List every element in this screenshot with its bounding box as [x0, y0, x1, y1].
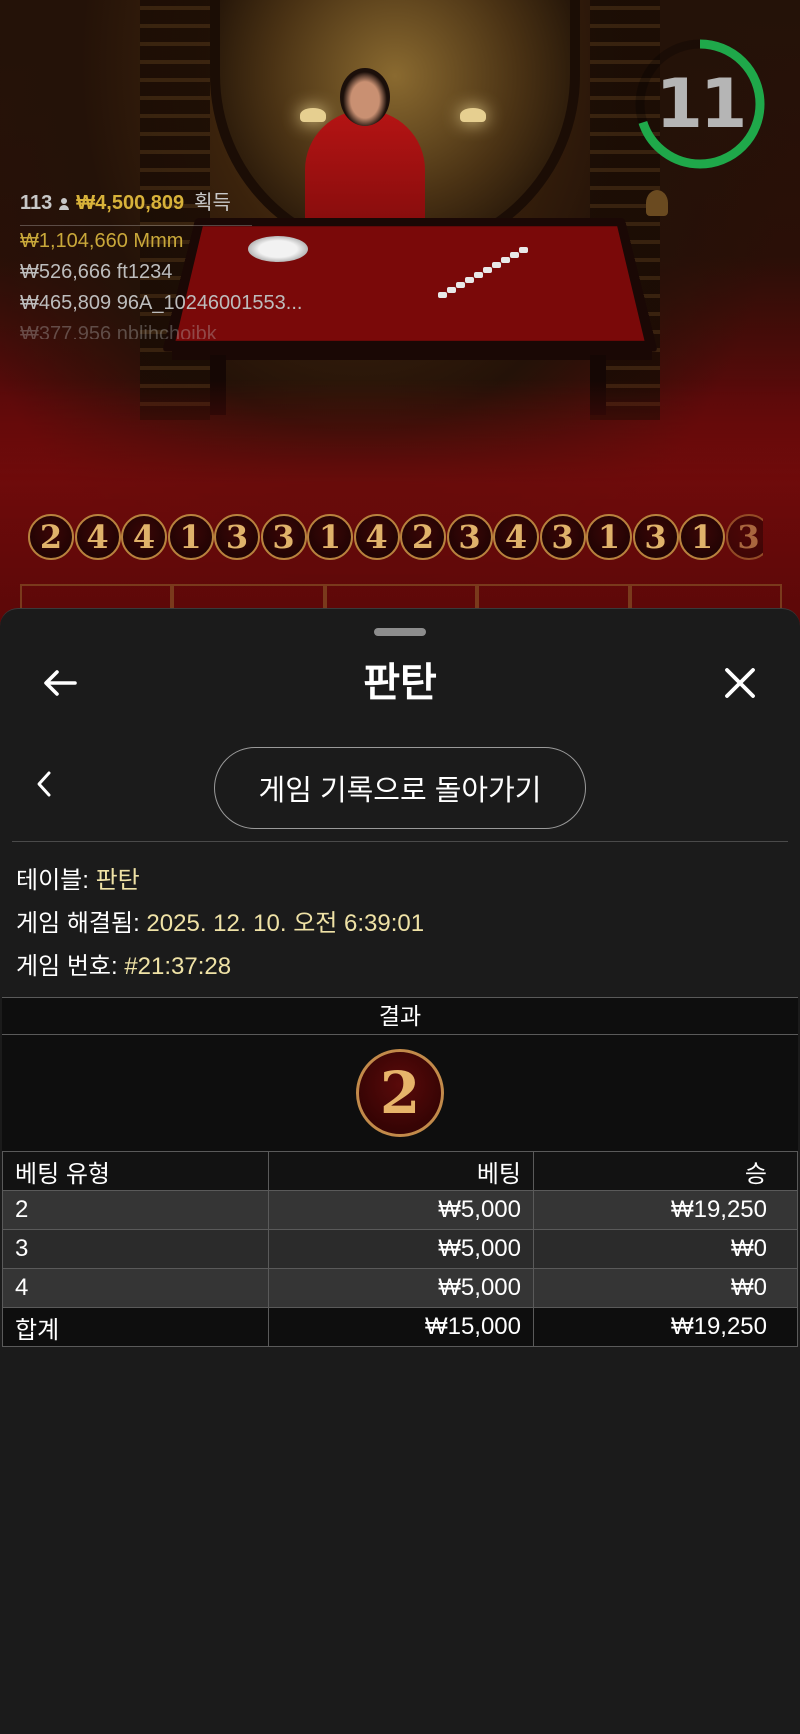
- game-detail-sheet: 판탄 게임 기록으로 돌아가기 테이블: 판탄 게임 해결됨: 2025. 12…: [0, 608, 800, 1734]
- bet-amount-header: 베팅: [268, 1151, 534, 1191]
- divider: [12, 841, 788, 842]
- winner-row: ₩377,956 nbljhchoibk: [20, 319, 302, 339]
- winner-name: Mmm: [133, 230, 184, 252]
- winner-name: nbljhchoibk: [116, 323, 217, 339]
- statue: [646, 190, 668, 216]
- lamp: [300, 108, 326, 122]
- bead-stone: [510, 252, 519, 258]
- sheet-title: 판탄: [363, 661, 437, 705]
- total-row: 합계 ₩15,000 ₩19,250: [2, 1307, 798, 1347]
- winner-row: ₩465,809 96A_10246001553...: [20, 288, 302, 319]
- bead-stone: [456, 282, 465, 288]
- roadmap-ball: 4: [74, 514, 121, 560]
- result-header: 결과: [2, 997, 798, 1035]
- roadmap-ball: 3: [260, 514, 307, 560]
- bead-stone: [447, 287, 456, 293]
- game-number-info: 게임 번호: #21:37:28: [16, 945, 424, 988]
- table-row: 3 ₩5,000 ₩0: [2, 1229, 798, 1269]
- total-win-cell: ₩19,250: [533, 1307, 798, 1347]
- person-icon: [58, 197, 70, 210]
- total-bet-cell: ₩15,000: [268, 1307, 534, 1347]
- bets-table: 베팅 유형 베팅 승 2 ₩5,000 ₩19,250 3 ₩5,000 ₩0 …: [2, 1151, 798, 1347]
- roadmap-ball: 2: [28, 514, 74, 560]
- back-to-history-button[interactable]: 게임 기록으로 돌아가기: [214, 747, 586, 829]
- bead-stone: [438, 292, 447, 298]
- bets-header-row: 베팅 유형 베팅 승: [2, 1151, 798, 1191]
- winners-count: 113: [20, 192, 53, 214]
- winner-row: ₩526,666 ft1234: [20, 257, 302, 288]
- bet-amount-cell: ₩5,000: [268, 1268, 534, 1308]
- winner-row: ₩1,104,660 Mmm: [20, 226, 302, 257]
- roadmap-ball: 1: [167, 514, 214, 560]
- bead-stone: [501, 257, 510, 263]
- winner-amount: ₩377,956: [20, 323, 112, 339]
- roadmap-ball: 1: [307, 514, 353, 560]
- game-info: 테이블: 판탄 게임 해결됨: 2025. 12. 10. 오전 6:39:01…: [16, 859, 424, 988]
- sheet-drag-handle[interactable]: [374, 628, 426, 636]
- win-amount-header: 승: [533, 1151, 798, 1191]
- roadmap-ball: 3: [725, 514, 763, 560]
- win-amount-cell: ₩0: [533, 1268, 798, 1308]
- roadmap-ball: 2: [400, 514, 446, 560]
- roadmap-ball: 1: [679, 514, 725, 560]
- table-row: 2 ₩5,000 ₩19,250: [2, 1190, 798, 1230]
- winner-name: ft1234: [116, 261, 173, 283]
- winners-top-amount: ₩4,500,809: [76, 192, 185, 214]
- bet-amount-cell: ₩5,000: [268, 1229, 534, 1269]
- table-label: 테이블:: [16, 867, 89, 894]
- roadmap-ball: 3: [632, 514, 679, 560]
- table-info: 테이블: 판탄: [16, 859, 424, 902]
- chevron-left-icon: [37, 771, 51, 797]
- bead-stone: [519, 247, 528, 253]
- bet-amount-cell: ₩5,000: [268, 1190, 534, 1230]
- result-panel: 2: [2, 1035, 798, 1151]
- timer-value: 11: [655, 64, 748, 144]
- roadmap-ball: 3: [446, 514, 493, 560]
- winners-suffix: 획득: [194, 192, 231, 214]
- winners-summary: 113 ₩4,500,809 획득: [20, 188, 252, 226]
- winner-amount: ₩465,809: [20, 292, 112, 314]
- win-amount-cell: ₩19,250: [533, 1190, 798, 1230]
- total-label-cell: 합계: [2, 1307, 269, 1347]
- resolved-value: 2025. 12. 10. 오전 6:39:01: [146, 910, 425, 937]
- bead-stone: [483, 267, 492, 273]
- resolved-label: 게임 해결됨:: [16, 910, 140, 937]
- bead-stone: [474, 272, 483, 278]
- roadmap-ball: 3: [539, 514, 586, 560]
- result-ball: 2: [356, 1049, 444, 1137]
- winner-name: 96A_10246001553...: [116, 292, 303, 314]
- previous-button[interactable]: [24, 759, 64, 809]
- roadmap-ball: 3: [214, 514, 260, 560]
- dealer-head: [340, 68, 390, 126]
- winners-list: 113 ₩4,500,809 획득 ₩1,104,660 Mmm ₩526,66…: [20, 188, 302, 339]
- countdown-timer: 11: [630, 34, 770, 174]
- bet-type-cell: 4: [2, 1268, 269, 1308]
- game-number-label: 게임 번호:: [16, 953, 118, 980]
- winner-amount: ₩1,104,660: [20, 230, 128, 252]
- table-value: 판탄: [95, 867, 140, 894]
- result-roadmap: 2441331423431313: [28, 514, 763, 564]
- lamp: [460, 108, 486, 122]
- winner-amount: ₩526,666: [20, 261, 112, 283]
- bet-type-cell: 2: [2, 1190, 269, 1230]
- close-icon: [725, 668, 755, 698]
- bead-stone: [492, 262, 501, 268]
- close-button[interactable]: [710, 653, 770, 713]
- roadmap-ball: 4: [493, 514, 539, 560]
- roadmap-ball: 4: [121, 514, 167, 560]
- resolved-info: 게임 해결됨: 2025. 12. 10. 오전 6:39:01: [16, 902, 424, 945]
- bead-stone: [465, 277, 474, 283]
- game-number-value: #21:37:28: [124, 953, 232, 980]
- win-amount-cell: ₩0: [533, 1229, 798, 1269]
- roadmap-ball: 1: [586, 514, 632, 560]
- roadmap-ball: 4: [353, 514, 400, 560]
- bet-type-cell: 3: [2, 1229, 269, 1269]
- table-row: 4 ₩5,000 ₩0: [2, 1268, 798, 1308]
- game-table-edge: [172, 342, 652, 360]
- bet-type-header: 베팅 유형: [2, 1151, 269, 1191]
